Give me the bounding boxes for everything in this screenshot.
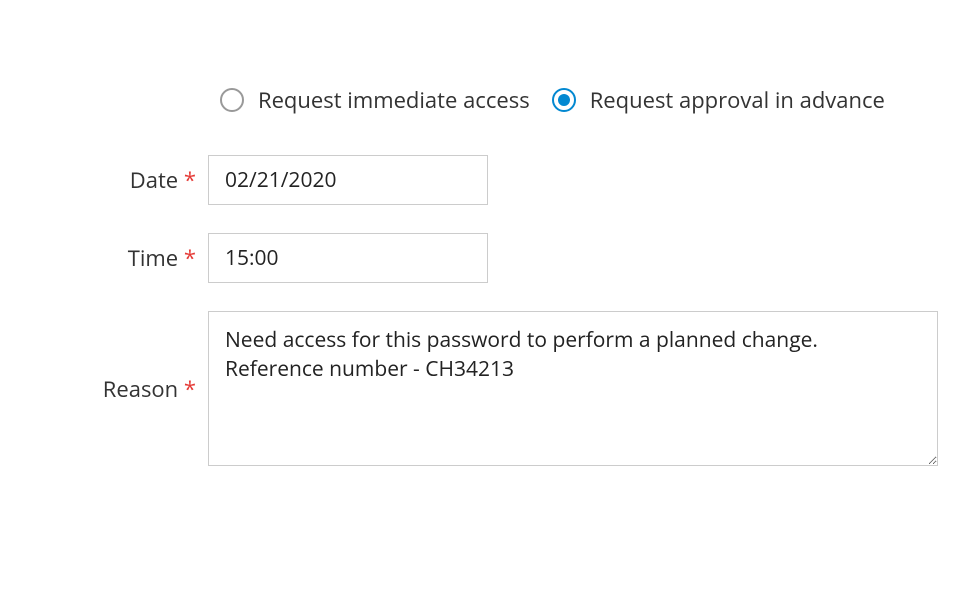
date-label: Date (130, 165, 178, 195)
required-mark-icon: * (184, 165, 196, 195)
time-label: Time (128, 243, 178, 273)
radio-label-immediate: Request immediate access (258, 85, 530, 115)
radio-option-advance[interactable]: Request approval in advance (552, 85, 885, 115)
reason-label-container: Reason * (40, 374, 208, 404)
form-row-reason: Reason * Need access for this password t… (40, 311, 940, 466)
access-type-radio-group: Request immediate access Request approva… (220, 85, 940, 115)
reason-textarea[interactable]: Need access for this password to perform… (208, 311, 938, 466)
radio-dot-icon (558, 94, 570, 106)
access-request-form: Request immediate access Request approva… (40, 85, 940, 466)
reason-label: Reason (103, 374, 178, 404)
required-mark-icon: * (184, 243, 196, 273)
radio-label-advance: Request approval in advance (590, 85, 885, 115)
time-input[interactable] (208, 233, 488, 283)
form-row-date: Date * (40, 155, 940, 205)
form-row-time: Time * (40, 233, 940, 283)
required-mark-icon: * (184, 374, 196, 404)
radio-option-immediate[interactable]: Request immediate access (220, 85, 530, 115)
date-label-container: Date * (40, 165, 208, 195)
radio-icon-unchecked (220, 88, 244, 112)
time-label-container: Time * (40, 243, 208, 273)
radio-icon-checked (552, 88, 576, 112)
date-input[interactable] (208, 155, 488, 205)
